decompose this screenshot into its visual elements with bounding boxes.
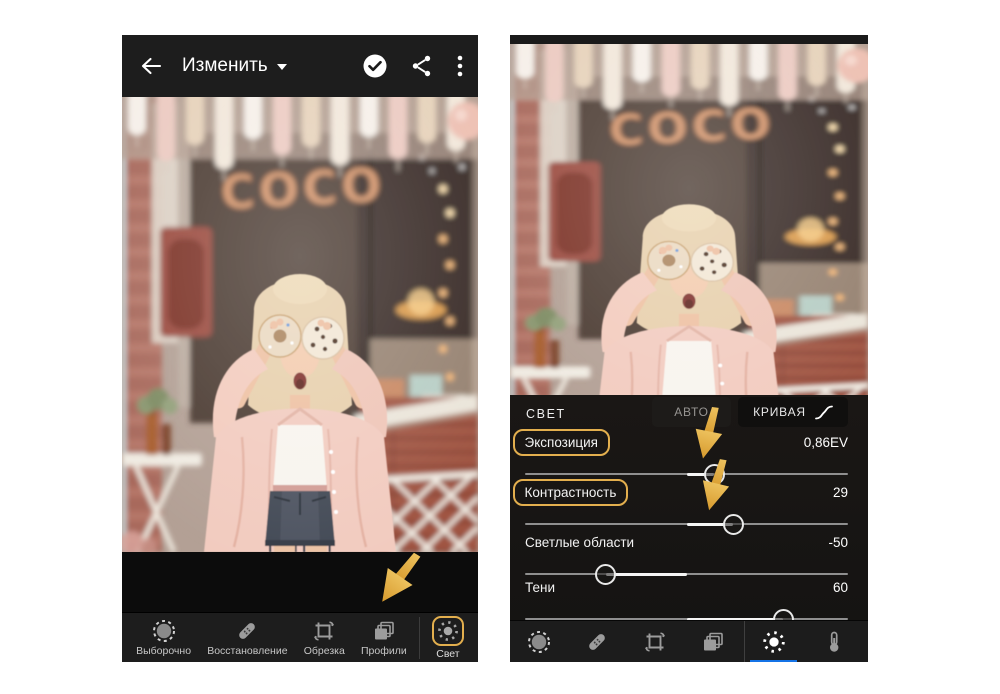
tool-label: Профили: [361, 644, 407, 657]
selective-icon: [528, 631, 550, 653]
tool-crop[interactable]: [626, 621, 684, 662]
tool-healing[interactable]: Восстановление: [199, 619, 296, 657]
slider-handle[interactable]: [703, 463, 725, 485]
tool-healing[interactable]: [568, 621, 626, 662]
tool-light-selected[interactable]: Свет: [424, 615, 472, 660]
photo-canvas[interactable]: COCO: [510, 44, 868, 395]
slider-value: 60: [832, 580, 848, 595]
edit-tools-toolbar: Выборочно Восстановление Обрезка Профили…: [122, 612, 478, 662]
edit-mode-dropdown[interactable]: Изменить: [182, 55, 287, 77]
light-sun-icon: [763, 631, 785, 653]
slider-label: Экспозиция: [512, 429, 610, 456]
slider-row-exposure: Экспозиция 0,86EV: [512, 429, 848, 485]
slider-label: Контрастность: [512, 479, 629, 506]
profiles-icon: [704, 632, 723, 651]
top-app-bar-sliver: [510, 35, 868, 44]
screenshot-canvas: Изменить Выборочно Восстановление Обрезк…: [0, 0, 1000, 694]
phone-screenshot-left: Изменить Выборочно Восстановление Обрезк…: [122, 35, 478, 662]
tool-selective[interactable]: Выборочно: [128, 619, 199, 657]
share-icon[interactable]: [410, 54, 434, 78]
overflow-menu-icon[interactable]: [456, 53, 464, 79]
tool-label: Свет: [436, 647, 460, 660]
slider-row-highlights: Светлые области -50: [525, 535, 848, 585]
letterbox-strip: [122, 552, 478, 612]
selection-highlight-frame: [431, 615, 464, 646]
slider-value: 29: [832, 485, 848, 500]
tool-crop[interactable]: Обрезка: [296, 619, 353, 657]
slider-label: Тени: [525, 580, 555, 595]
tool-label: Восстановление: [207, 644, 288, 657]
selective-icon: [152, 619, 175, 642]
tool-light-selected[interactable]: [745, 621, 803, 662]
top-app-bar: Изменить: [122, 35, 478, 97]
slider-handle[interactable]: [722, 513, 744, 535]
toolbar-divider: [418, 616, 420, 659]
crop-icon: [314, 620, 335, 641]
auto-button[interactable]: АВТО: [652, 397, 731, 427]
contrast-slider[interactable]: [525, 513, 848, 535]
slider-row-contrast: Контрастность 29: [512, 479, 848, 535]
tool-label: Выборочно: [136, 644, 192, 657]
tool-profiles[interactable]: [684, 621, 742, 662]
chevron-down-icon: [276, 64, 287, 70]
tool-label: Обрезка: [303, 644, 345, 657]
tool-color-temp[interactable]: [803, 621, 865, 662]
done-check-icon[interactable]: [362, 53, 388, 79]
page-title: Изменить: [182, 55, 268, 76]
curve-button[interactable]: КРИВАЯ: [738, 397, 848, 427]
back-icon[interactable]: [138, 53, 164, 79]
healing-icon: [239, 622, 256, 639]
thermometer-icon: [830, 631, 839, 652]
tool-profiles[interactable]: Профили: [353, 619, 415, 657]
slider-value: 0,86EV: [803, 435, 848, 450]
active-tab-indicator: [750, 660, 797, 662]
crop-icon: [645, 632, 665, 652]
light-adjustments-panel: СВЕТ АВТО КРИВАЯ Экспозиция 0,86EV Контр…: [510, 395, 868, 662]
phone-screenshot-right: COCO: [510, 35, 868, 662]
light-sun-icon: [438, 620, 458, 641]
slider-label: Светлые области: [525, 535, 635, 550]
healing-icon: [589, 634, 605, 650]
profiles-icon: [374, 621, 394, 639]
slider-value: -50: [828, 535, 848, 550]
photo-canvas[interactable]: COCO: [122, 97, 478, 552]
tool-selective[interactable]: [510, 621, 568, 662]
curve-icon: [814, 405, 833, 419]
panel-title: СВЕТ: [526, 407, 566, 421]
edit-tools-toolbar: [510, 620, 868, 662]
